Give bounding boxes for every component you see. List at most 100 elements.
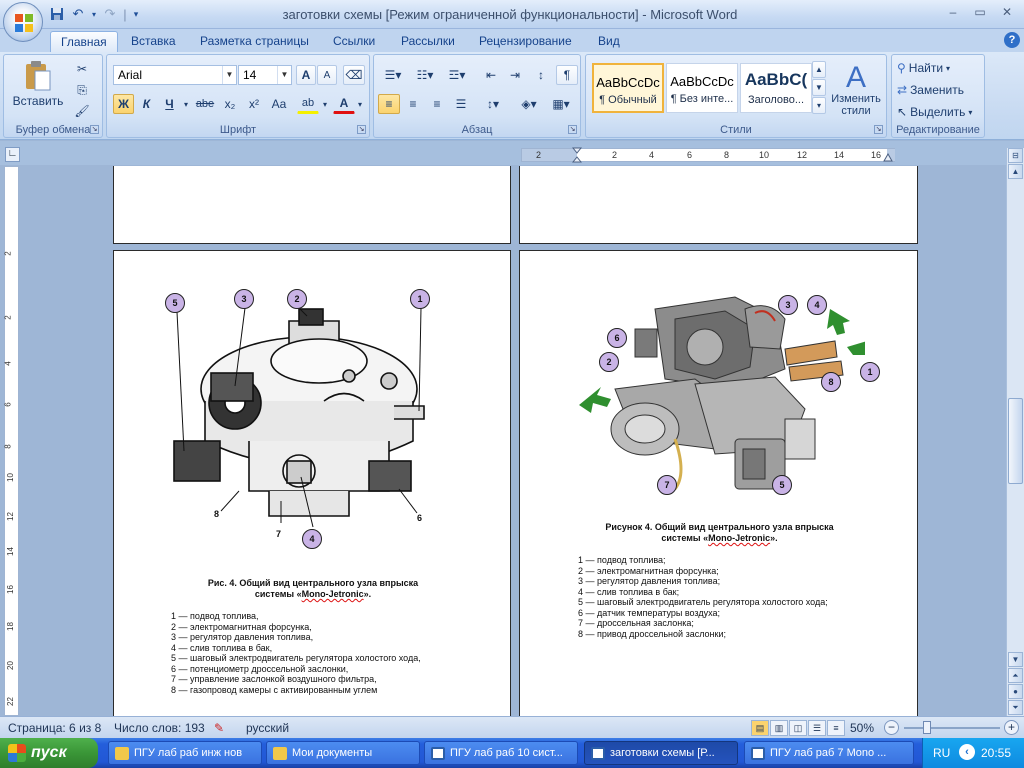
maximize-button[interactable]: ▭ bbox=[967, 3, 993, 21]
styles-more-icon[interactable]: ▾ bbox=[812, 97, 826, 114]
outline-view-icon[interactable]: ☰ bbox=[808, 720, 826, 736]
full-screen-reading-view-icon[interactable]: ▥ bbox=[770, 720, 788, 736]
chevron-down-icon[interactable]: ▾ bbox=[181, 94, 191, 114]
align-center-icon[interactable]: ≡ bbox=[402, 94, 424, 114]
taskbar-item[interactable]: Мои документы bbox=[266, 741, 420, 765]
line-spacing-icon[interactable]: ↕▾ bbox=[478, 94, 508, 114]
change-case-button[interactable]: Aa bbox=[267, 94, 291, 114]
zoom-in-button[interactable]: + bbox=[1004, 720, 1019, 735]
customize-qat-icon[interactable]: ▾ bbox=[131, 5, 141, 23]
page-right[interactable]: 3 4 6 2 8 1 7 5 Рисунок 4. Общий вид цен… bbox=[519, 250, 918, 716]
copy-icon[interactable]: ⎘ bbox=[70, 80, 94, 100]
word-count[interactable]: Число слов: 193 bbox=[114, 721, 205, 735]
right-indent-marker-icon[interactable] bbox=[883, 152, 893, 162]
cut-icon[interactable]: ✂ bbox=[70, 59, 94, 79]
taskbar-item-active[interactable]: заготовки схемы [Р... bbox=[584, 741, 738, 765]
tray-expand-icon[interactable]: ‹ bbox=[959, 744, 975, 760]
misspelled-word[interactable]: Mono-Jetronic bbox=[708, 533, 770, 543]
justify-icon[interactable]: ☰ bbox=[450, 94, 472, 114]
shrink-font-button[interactable]: A bbox=[317, 65, 337, 85]
tab-page-layout[interactable]: Разметка страницы bbox=[190, 31, 319, 52]
misspelled-word[interactable]: Mono-Jetronic bbox=[302, 589, 364, 599]
highlight-button[interactable]: ab bbox=[297, 94, 319, 114]
minimize-button[interactable]: – bbox=[940, 3, 966, 21]
clear-formatting-icon[interactable]: ⌫ bbox=[343, 65, 365, 85]
underline-button[interactable]: Ч bbox=[159, 94, 180, 114]
select-button[interactable]: ↖ Выделить ▾ bbox=[896, 102, 982, 122]
help-icon[interactable]: ? bbox=[1004, 32, 1020, 48]
style-heading[interactable]: AaBbC( Заголово... bbox=[740, 63, 812, 113]
find-button[interactable]: ⚲ Найти ▾ bbox=[896, 58, 982, 78]
align-right-icon[interactable]: ≡ bbox=[426, 94, 448, 114]
tab-review[interactable]: Рецензирование bbox=[469, 31, 582, 52]
styles-scroll-down-icon[interactable]: ▼ bbox=[812, 79, 826, 96]
previous-page-icon[interactable]: ⏶ bbox=[1008, 668, 1023, 683]
sort-icon[interactable]: ↕ bbox=[530, 65, 552, 85]
zoom-slider[interactable] bbox=[904, 727, 1000, 729]
redo-icon[interactable]: ↷ bbox=[101, 5, 119, 23]
office-button[interactable] bbox=[3, 2, 43, 42]
bullets-icon[interactable]: ☰▾ bbox=[378, 65, 408, 85]
chevron-down-icon[interactable]: ▼ bbox=[277, 66, 291, 84]
tab-selector-icon[interactable]: ∟ bbox=[5, 147, 20, 162]
show-marks-button[interactable]: ¶ bbox=[556, 65, 578, 85]
scroll-thumb[interactable] bbox=[1008, 398, 1023, 484]
grow-font-button[interactable]: A bbox=[296, 65, 316, 85]
clipboard-launcher-icon[interactable]: ↘ bbox=[90, 125, 99, 134]
styles-scroll-up-icon[interactable]: ▲ bbox=[812, 61, 826, 78]
page-indicator[interactable]: Страница: 6 из 8 bbox=[8, 721, 101, 735]
change-styles-button[interactable]: A Изменить стили bbox=[828, 59, 884, 121]
chevron-down-icon[interactable]: ▼ bbox=[222, 66, 236, 84]
document-area[interactable]: 5 3 2 1 4 8 7 6 Рис. 4. Общий вид центра… bbox=[21, 166, 1005, 716]
indent-marker-icon[interactable] bbox=[572, 147, 582, 163]
taskbar-item[interactable]: ПГУ лаб раб инж нов bbox=[108, 741, 262, 765]
font-color-button[interactable]: A bbox=[333, 94, 355, 114]
start-button[interactable]: пуск bbox=[0, 738, 98, 768]
align-left-icon[interactable]: ≡ bbox=[378, 94, 400, 114]
font-launcher-icon[interactable]: ↘ bbox=[357, 125, 366, 134]
horizontal-ruler[interactable]: 2 2 4 6 8 10 12 14 16 bbox=[521, 147, 895, 163]
draft-view-icon[interactable]: ≡ bbox=[827, 720, 845, 736]
italic-button[interactable]: К bbox=[136, 94, 157, 114]
strikethrough-button[interactable]: abe bbox=[193, 94, 217, 114]
language-indicator[interactable]: русский bbox=[246, 721, 289, 735]
borders-icon[interactable]: ▦▾ bbox=[546, 94, 576, 114]
proofing-icon[interactable]: ✎ bbox=[214, 721, 224, 735]
subscript-button[interactable]: x₂ bbox=[219, 94, 241, 114]
superscript-button[interactable]: x² bbox=[243, 94, 265, 114]
undo-dropdown-icon[interactable]: ▾ bbox=[90, 5, 98, 23]
undo-icon[interactable]: ↶ bbox=[69, 5, 87, 23]
decrease-indent-icon[interactable]: ⇤ bbox=[480, 65, 502, 85]
zoom-slider-thumb[interactable] bbox=[923, 721, 931, 734]
numbering-icon[interactable]: ☷▾ bbox=[410, 65, 440, 85]
styles-launcher-icon[interactable]: ↘ bbox=[874, 125, 883, 134]
tab-references[interactable]: Ссылки bbox=[323, 31, 385, 52]
tab-home[interactable]: Главная bbox=[50, 31, 118, 52]
paste-button[interactable]: Вставить bbox=[10, 59, 66, 121]
language-bar[interactable]: RU bbox=[933, 746, 950, 760]
save-icon[interactable] bbox=[48, 5, 66, 23]
replace-button[interactable]: ⇄ Заменить bbox=[896, 80, 982, 100]
tab-view[interactable]: Вид bbox=[588, 31, 630, 52]
web-layout-view-icon[interactable]: ◫ bbox=[789, 720, 807, 736]
clock[interactable]: 20:55 bbox=[981, 746, 1011, 760]
taskbar-item[interactable]: ПГУ лаб раб 10 сист... bbox=[424, 741, 578, 765]
style-normal[interactable]: AaBbCcDc ¶ Обычный bbox=[592, 63, 664, 113]
view-ruler-icon[interactable]: ⊟ bbox=[1008, 148, 1023, 163]
taskbar-item[interactable]: ПГУ лаб раб 7 Mono ... bbox=[744, 741, 914, 765]
vertical-scrollbar[interactable]: ⊟ ▲ ▼ ⏶ ● ⏷ bbox=[1006, 148, 1024, 716]
bold-button[interactable]: Ж bbox=[113, 94, 134, 114]
chevron-down-icon[interactable]: ▾ bbox=[356, 94, 364, 114]
font-size-combo[interactable]: 14 ▼ bbox=[238, 65, 292, 85]
style-no-spacing[interactable]: AaBbCcDc ¶ Без инте... bbox=[666, 63, 738, 113]
zoom-out-button[interactable]: − bbox=[884, 720, 899, 735]
chevron-down-icon[interactable]: ▾ bbox=[321, 94, 329, 114]
tab-insert[interactable]: Вставка bbox=[121, 31, 186, 52]
tab-mailings[interactable]: Рассылки bbox=[391, 31, 465, 52]
page-left[interactable]: 5 3 2 1 4 8 7 6 Рис. 4. Общий вид центра… bbox=[113, 250, 511, 716]
scroll-up-icon[interactable]: ▲ bbox=[1008, 164, 1023, 179]
paragraph-launcher-icon[interactable]: ↘ bbox=[568, 125, 577, 134]
font-name-combo[interactable]: Arial ▼ bbox=[113, 65, 237, 85]
print-layout-view-icon[interactable]: ▤ bbox=[751, 720, 769, 736]
scroll-down-icon[interactable]: ▼ bbox=[1008, 652, 1023, 667]
